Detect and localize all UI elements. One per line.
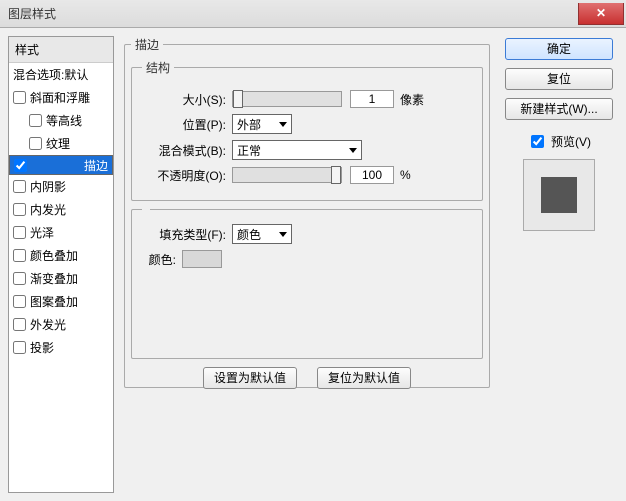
style-item[interactable]: 外发光	[9, 313, 113, 336]
size-label: 大小(S):	[142, 91, 232, 108]
close-button[interactable]: ✕	[578, 3, 624, 25]
filltype-select[interactable]: 颜色	[232, 224, 292, 244]
style-item-label: 外发光	[30, 316, 66, 333]
style-checkbox[interactable]	[13, 91, 26, 104]
stroke-group: 描边 结构 大小(S): 像素 位置(P): 外部	[124, 36, 490, 388]
size-slider[interactable]	[232, 91, 342, 107]
style-item[interactable]: 内阴影	[9, 175, 113, 198]
opacity-unit: %	[400, 168, 411, 182]
preview-toggle[interactable]: 预览(V)	[527, 132, 591, 151]
style-item[interactable]: 图案叠加	[9, 290, 113, 313]
style-checkbox[interactable]	[13, 180, 26, 193]
style-checkbox[interactable]	[13, 295, 26, 308]
style-item-label: 渐变叠加	[30, 270, 78, 287]
style-item[interactable]: 描边	[9, 155, 113, 175]
opacity-slider[interactable]	[232, 167, 342, 183]
style-item-label: 投影	[30, 339, 54, 356]
color-label: 颜色:	[142, 251, 182, 268]
style-checkbox[interactable]	[13, 249, 26, 262]
ok-button[interactable]: 确定	[505, 38, 613, 60]
filltype-label: 填充类型(F):	[142, 226, 232, 243]
style-item-label: 等高线	[46, 112, 82, 129]
style-item[interactable]: 光泽	[9, 221, 113, 244]
stroke-group-title: 描边	[131, 36, 163, 53]
preview-box	[523, 159, 595, 231]
slider-thumb-icon[interactable]	[331, 166, 341, 184]
filltype-group: 填充类型(F): 颜色 颜色:	[131, 209, 483, 359]
style-item[interactable]: 投影	[9, 336, 113, 359]
styles-list: 样式 混合选项:默认 斜面和浮雕等高线纹理描边内阴影内发光光泽颜色叠加渐变叠加图…	[8, 36, 114, 493]
style-checkbox[interactable]	[29, 137, 42, 150]
blend-mode-select[interactable]: 正常	[232, 140, 362, 160]
style-checkbox[interactable]	[14, 159, 27, 172]
make-default-button[interactable]: 设置为默认值	[203, 367, 297, 389]
style-item[interactable]: 颜色叠加	[9, 244, 113, 267]
filltype-value: 颜色	[237, 226, 261, 243]
style-checkbox[interactable]	[13, 272, 26, 285]
size-unit: 像素	[400, 91, 424, 108]
settings-panel: 描边 结构 大小(S): 像素 位置(P): 外部	[114, 36, 500, 493]
style-item-label: 斜面和浮雕	[30, 89, 90, 106]
color-swatch[interactable]	[182, 250, 222, 268]
chevron-down-icon	[349, 148, 357, 153]
style-item[interactable]: 等高线	[9, 109, 113, 132]
style-checkbox[interactable]	[13, 203, 26, 216]
style-item[interactable]: 内发光	[9, 198, 113, 221]
structure-title: 结构	[142, 59, 174, 76]
style-item-label: 图案叠加	[30, 293, 78, 310]
opacity-input[interactable]	[350, 166, 394, 184]
style-item[interactable]: 斜面和浮雕	[9, 86, 113, 109]
style-checkbox[interactable]	[13, 341, 26, 354]
style-checkbox[interactable]	[29, 114, 42, 127]
style-item-label: 内阴影	[30, 178, 66, 195]
style-item-label: 内发光	[30, 201, 66, 218]
blend-mode-value: 正常	[237, 142, 261, 159]
blend-mode-label: 混合模式(B):	[142, 142, 232, 159]
position-select[interactable]: 外部	[232, 114, 292, 134]
cancel-button[interactable]: 复位	[505, 68, 613, 90]
style-item-label: 光泽	[30, 224, 54, 241]
chevron-down-icon	[279, 122, 287, 127]
preview-swatch	[541, 177, 577, 213]
right-panel: 确定 复位 新建样式(W)... 预览(V)	[500, 36, 618, 493]
preview-label: 预览(V)	[551, 133, 591, 150]
reset-default-button[interactable]: 复位为默认值	[317, 367, 411, 389]
style-item-label: 颜色叠加	[30, 247, 78, 264]
blending-options-label: 混合选项:默认	[13, 66, 88, 83]
position-value: 外部	[237, 116, 261, 133]
style-checkbox[interactable]	[13, 226, 26, 239]
blending-options[interactable]: 混合选项:默认	[9, 63, 113, 86]
slider-thumb-icon[interactable]	[233, 90, 243, 108]
structure-group: 结构 大小(S): 像素 位置(P): 外部	[131, 59, 483, 201]
window-title: 图层样式	[8, 5, 56, 22]
style-item-label: 描边	[84, 157, 108, 174]
position-label: 位置(P):	[142, 116, 232, 133]
style-checkbox[interactable]	[13, 318, 26, 331]
style-item-label: 纹理	[46, 135, 70, 152]
new-style-button[interactable]: 新建样式(W)...	[505, 98, 613, 120]
size-input[interactable]	[350, 90, 394, 108]
titlebar: 图层样式 ✕	[0, 0, 626, 28]
style-item[interactable]: 纹理	[9, 132, 113, 155]
styles-header: 样式	[9, 37, 113, 63]
preview-checkbox[interactable]	[531, 135, 544, 148]
opacity-label: 不透明度(O):	[142, 167, 232, 184]
style-item[interactable]: 渐变叠加	[9, 267, 113, 290]
chevron-down-icon	[279, 232, 287, 237]
